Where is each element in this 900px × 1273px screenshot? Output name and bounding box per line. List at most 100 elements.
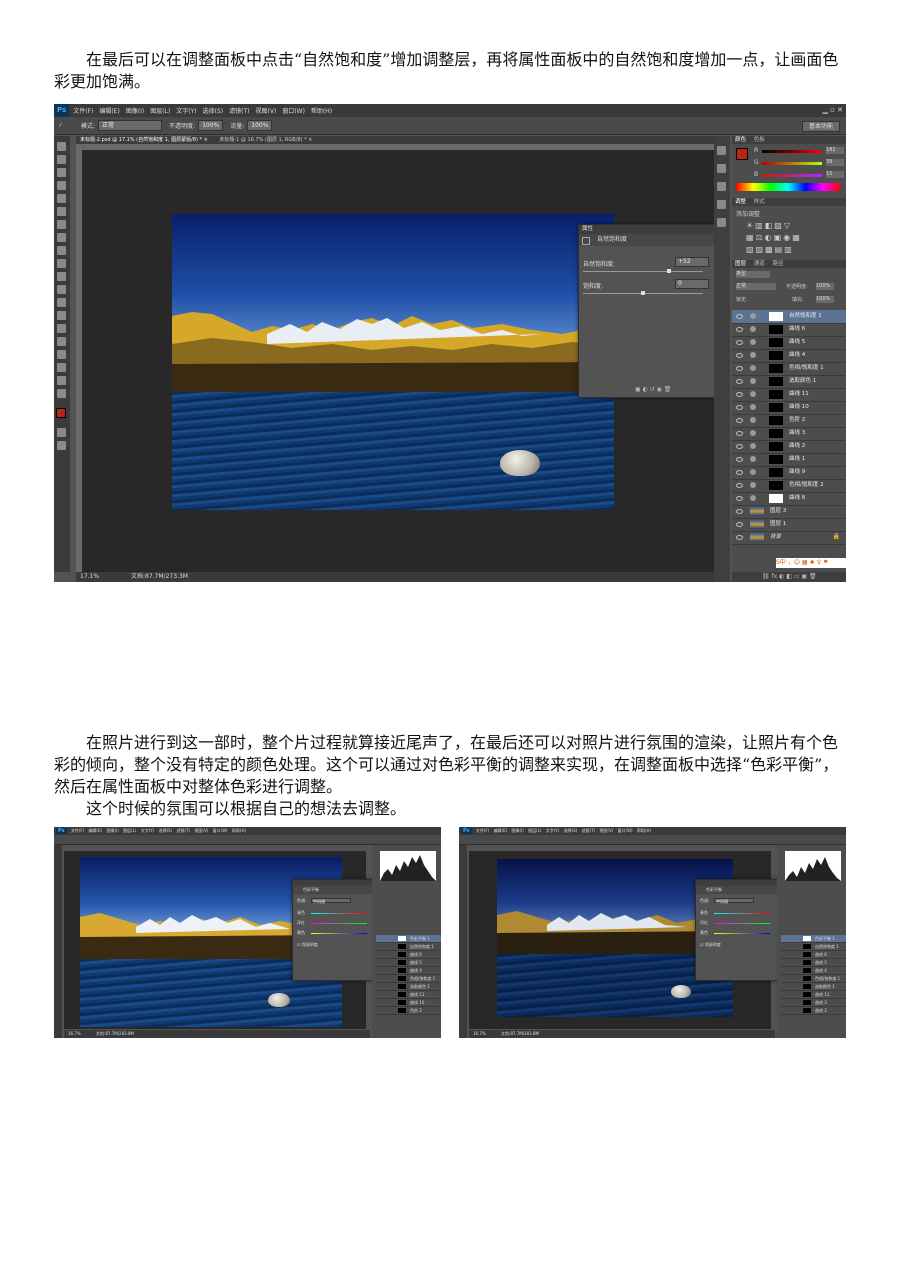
paragraph-icon[interactable] (717, 218, 726, 227)
layer-row[interactable]: 背景 🔒 (732, 531, 846, 545)
layer-name[interactable]: 曲线 6 (789, 323, 805, 336)
layer-mask-thumb[interactable] (769, 325, 783, 334)
zoom-level[interactable]: 17.1% (80, 573, 99, 580)
menu-layer[interactable]: 图层(L) (528, 828, 541, 833)
layer-mask-thumb[interactable] (769, 390, 783, 399)
menu-view[interactable]: 视图(V) (256, 106, 277, 115)
layer-mask-thumb[interactable] (803, 944, 811, 949)
fg-color-chip[interactable] (736, 148, 748, 160)
layer-row[interactable]: 曲线 11 (781, 991, 846, 999)
tab-color[interactable]: 颜色 (735, 137, 746, 143)
zoom-level[interactable]: 16.7% (68, 1031, 81, 1036)
layer-name[interactable]: 曲线 11 (815, 991, 829, 998)
layer-mask-thumb[interactable] (803, 952, 811, 957)
preserve-luminosity-row[interactable]: ☑ 保留明度 (700, 942, 788, 948)
move-tool-icon[interactable] (57, 142, 66, 151)
layer-row[interactable]: 曲线 11 (732, 388, 846, 402)
layer-name[interactable]: 色相/饱和度 1 (789, 362, 824, 375)
eye-icon[interactable] (736, 405, 743, 410)
b-value[interactable]: 15 (826, 171, 844, 178)
magenta-green-slider[interactable] (311, 923, 367, 924)
layer-name[interactable]: 色彩平衡 1 (815, 935, 835, 942)
layer-mask-thumb[interactable] (769, 377, 783, 386)
history-brush-tool-icon[interactable] (57, 259, 66, 268)
zoom-level[interactable]: 16.7% (473, 1031, 486, 1036)
layer-row[interactable]: 曲线 3 (732, 427, 846, 441)
layer-row[interactable]: 曲线 11 (376, 991, 441, 999)
layer-mask-thumb[interactable] (769, 403, 783, 412)
pen-tool-icon[interactable] (57, 324, 66, 333)
layer-row[interactable]: 色阶 2 (376, 1007, 441, 1015)
foreground-color-swatch[interactable] (56, 408, 66, 418)
layer-name[interactable]: 曲线 8 (789, 492, 805, 505)
history-icon[interactable] (717, 146, 726, 155)
yellow-blue-slider[interactable] (714, 933, 770, 934)
layer-row[interactable]: 自然饱和度 1 (376, 943, 441, 951)
layer-mask-thumb[interactable] (769, 455, 783, 464)
tone-select[interactable]: 中间调 (714, 898, 754, 904)
eye-icon[interactable] (736, 379, 743, 384)
eye-icon[interactable] (736, 327, 743, 332)
layer-mask-thumb[interactable] (769, 338, 783, 347)
eye-icon[interactable] (736, 496, 743, 501)
lasso-tool-icon[interactable] (57, 168, 66, 177)
layer-mask-thumb[interactable] (803, 936, 811, 941)
menu-help[interactable]: 帮助(H) (232, 828, 246, 833)
type-tool-icon[interactable] (57, 337, 66, 346)
layer-mask-thumb[interactable] (398, 992, 406, 997)
menu-edit[interactable]: 编辑(E) (99, 106, 119, 115)
menu-image[interactable]: 图像(I) (106, 828, 118, 833)
dodge-tool-icon[interactable] (57, 311, 66, 320)
layer-row[interactable]: 曲线 10 (376, 999, 441, 1007)
tone-select[interactable]: 中间调 (311, 898, 351, 904)
layer-thumb[interactable] (750, 520, 764, 529)
quick-select-tool-icon[interactable] (57, 181, 66, 190)
crop-tool-icon[interactable] (57, 194, 66, 203)
eye-icon[interactable] (736, 522, 743, 527)
menu-filter[interactable]: 滤镜(T) (229, 106, 249, 115)
menu-file[interactable]: 文件(F) (73, 106, 93, 115)
menu-file[interactable]: 文件(F) (476, 828, 489, 833)
screen-mode-icon[interactable] (57, 441, 66, 450)
eye-icon[interactable] (736, 340, 743, 345)
adjustment-icons-grid[interactable]: ☀▥◧▨▽ ▦⚖◐▣◉▦ ▧▨▩▤▥ (746, 220, 832, 256)
layer-name[interactable]: 曲线 9 (789, 466, 805, 479)
eye-icon[interactable] (736, 509, 743, 514)
layer-name[interactable]: 曲线 2 (789, 440, 805, 453)
layer-name[interactable]: 选取颜色 1 (815, 983, 835, 990)
menu-window[interactable]: 窗口(W) (618, 828, 633, 833)
layer-mask-thumb[interactable] (398, 944, 406, 949)
layer-row[interactable]: 曲线 1 (732, 453, 846, 467)
tab-channels[interactable]: 通道 (754, 261, 765, 267)
g-value[interactable]: 39 (826, 159, 844, 166)
layer-mask-thumb[interactable] (398, 1000, 406, 1005)
layer-thumb[interactable] (750, 507, 764, 516)
layer-row[interactable]: 图层 1 (732, 518, 846, 532)
layer-row[interactable]: 自然饱和度 1 (781, 943, 846, 951)
layer-mask-thumb[interactable] (803, 976, 811, 981)
layer-name[interactable]: 曲线 1 (789, 453, 805, 466)
eye-icon[interactable] (736, 431, 743, 436)
blend-mode-select[interactable]: 正常 (736, 283, 776, 290)
menu-select[interactable]: 选择(S) (159, 828, 173, 833)
eye-icon[interactable] (736, 535, 743, 540)
layer-mask-thumb[interactable] (769, 351, 783, 360)
workspace-select[interactable]: 基本功能 (801, 121, 840, 132)
layer-mask-thumb[interactable] (803, 1008, 811, 1013)
healing-tool-icon[interactable] (57, 220, 66, 229)
brush-tool-icon[interactable]: ⁄ (60, 122, 61, 129)
layer-row[interactable]: 选取颜色 1 (732, 375, 846, 389)
layer-mask-thumb[interactable] (769, 481, 783, 490)
opacity-input[interactable]: 100% (198, 120, 224, 131)
layer-name[interactable]: 自然饱和度 1 (789, 310, 822, 323)
layer-name[interactable]: 曲线 4 (815, 967, 827, 974)
layer-mask-thumb[interactable] (398, 968, 406, 973)
cyan-red-slider[interactable] (311, 913, 367, 914)
eye-icon[interactable] (736, 353, 743, 358)
color-spectrum[interactable] (736, 183, 840, 191)
layer-mask-thumb[interactable] (398, 984, 406, 989)
vibrance-input[interactable]: +52 (675, 257, 709, 267)
layer-row[interactable]: 曲线 10 (732, 401, 846, 415)
layer-row[interactable]: 曲线 5 (376, 959, 441, 967)
layer-name[interactable]: 色阶 2 (789, 414, 805, 427)
